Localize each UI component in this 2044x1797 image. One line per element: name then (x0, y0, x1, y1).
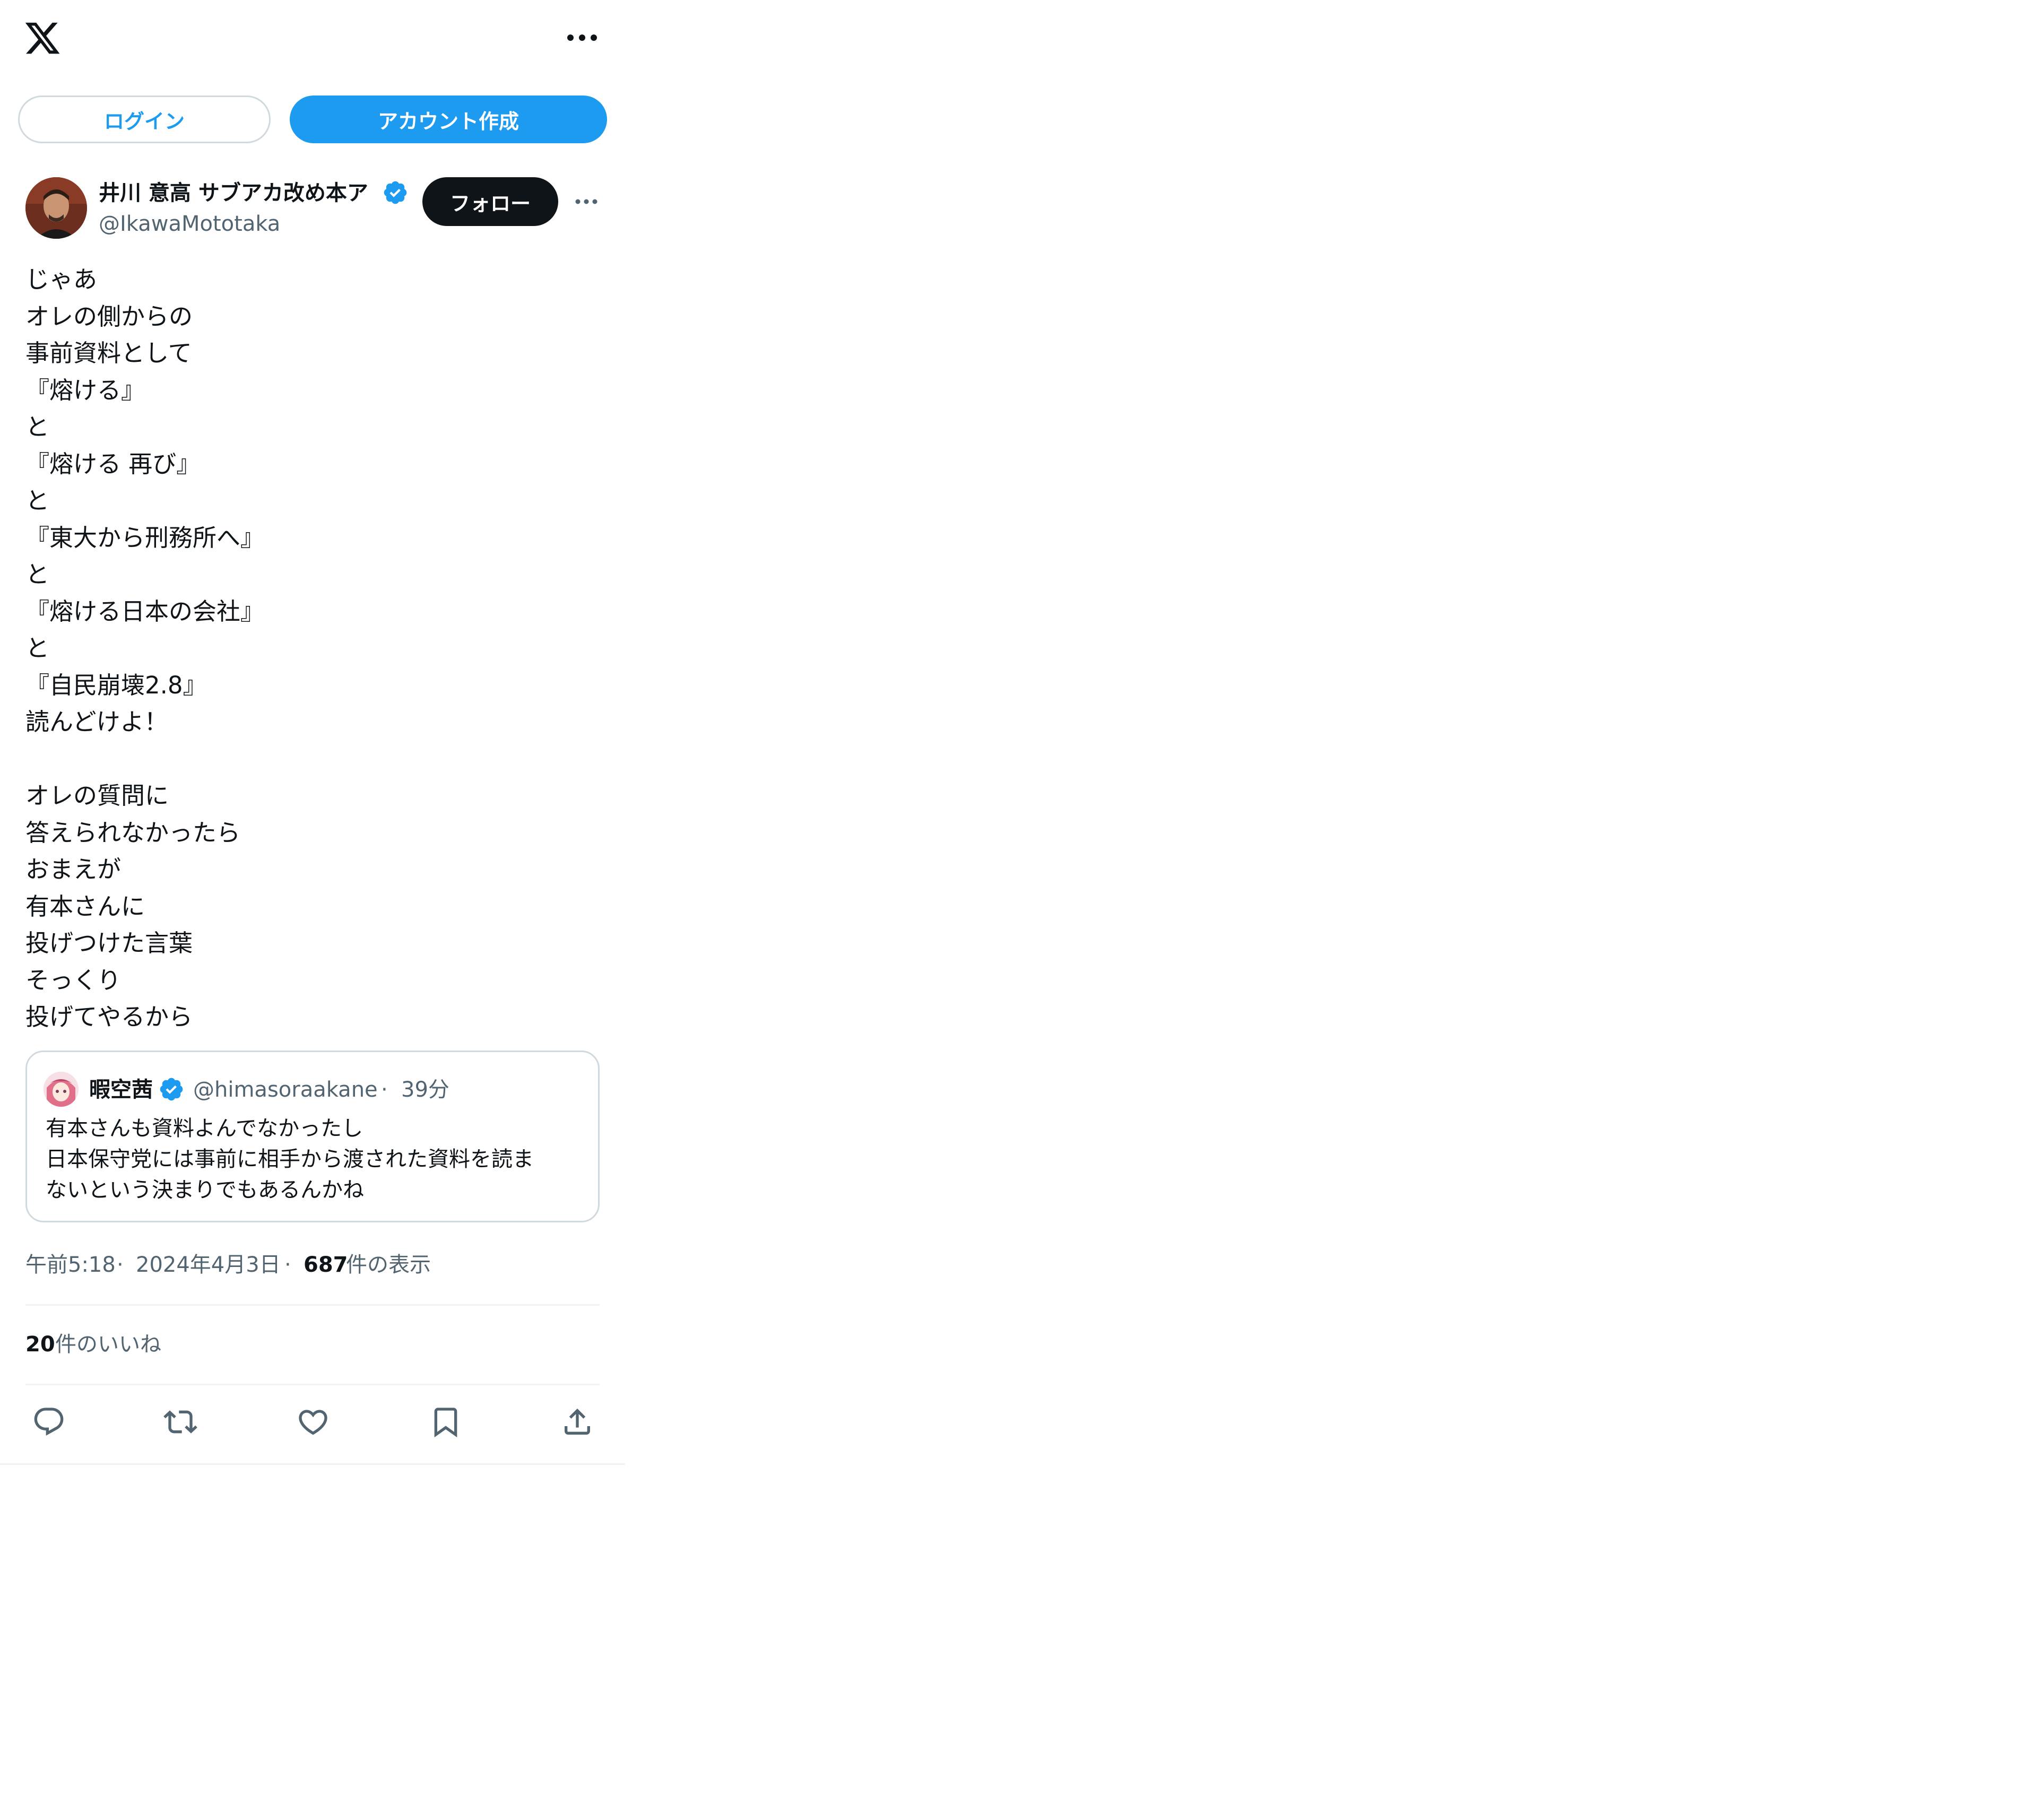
quoted-post-text: 有本さんも資料よんでなかったし 日本保守党には事前に相手から渡された資料を読ま … (46, 1113, 587, 1205)
post-text-line: 読んどけよ！ (25, 708, 168, 736)
create-account-button[interactable]: アカウント作成 (290, 96, 607, 143)
login-button[interactable]: ログイン (18, 96, 271, 143)
likes-count[interactable]: 20 (25, 1329, 55, 1360)
post-text-line: 『熔ける 再び』 (25, 449, 201, 478)
post-text-line: と (25, 560, 50, 588)
separator-dot: · (117, 1253, 124, 1277)
author-handle[interactable]: @IkawaMototaka (99, 209, 280, 239)
share-icon[interactable] (560, 1405, 594, 1439)
post-time[interactable]: 午前5:18 (25, 1249, 116, 1281)
likes-label[interactable]: 件のいいね (55, 1329, 161, 1360)
quoted-text-line: ないという決まりでもあるんかね (46, 1178, 364, 1202)
page: ログイン アカウント作成 井川 意高 サブアカ改め本ア @IkawaMotota… (0, 0, 2044, 1797)
post-text-line: オレの側からの (25, 302, 193, 331)
post-date[interactable]: 2024年4月3日 (136, 1249, 281, 1281)
reply-icon[interactable] (32, 1405, 66, 1439)
post-text-line: 答えられなかったら (25, 818, 241, 847)
post-text-line: 事前資料として (25, 339, 192, 367)
quoted-text-line: 日本保守党には事前に相手から渡された資料を読ま (46, 1147, 534, 1171)
separator-dot: · (284, 1253, 291, 1277)
post-text-line: と (25, 413, 50, 441)
divider (25, 1384, 600, 1385)
post-text-line: 『熔ける』 (25, 376, 145, 404)
quoted-timestamp[interactable]: 39分 (401, 1075, 449, 1105)
retweet-icon[interactable] (163, 1405, 197, 1439)
post-more-icon[interactable] (574, 196, 599, 207)
separator-dot: · (381, 1078, 388, 1102)
quoted-avatar[interactable] (44, 1072, 79, 1107)
verified-badge-icon[interactable] (158, 1076, 185, 1102)
follow-button[interactable]: フォロー (422, 177, 558, 226)
post-text-line: と (25, 634, 50, 662)
more-horizontal-icon[interactable] (565, 31, 600, 45)
verified-badge-icon[interactable] (382, 179, 409, 206)
x-logo-icon[interactable] (23, 19, 62, 57)
divider (25, 1304, 600, 1306)
post-text-line: 『自民崩壊2.8』 (25, 671, 207, 699)
avatar[interactable] (25, 177, 87, 239)
post-text-line (25, 741, 599, 778)
like-icon[interactable] (296, 1405, 330, 1439)
post-text-line: 『東大から刑務所へ』 (25, 523, 265, 552)
post-text-line: 『熔ける日本の会社』 (25, 597, 265, 626)
post-text-line: 投げつけた言葉 (25, 929, 193, 957)
post-text-line: じゃあ (25, 265, 98, 293)
bookmark-icon[interactable] (429, 1405, 463, 1439)
view-count: 687 (304, 1253, 348, 1277)
quoted-author-name[interactable]: 暇空茜 (89, 1075, 153, 1105)
post-text-line: 投げてやるから (25, 1003, 193, 1031)
author-name[interactable]: 井川 意高 サブアカ改め本ア (99, 177, 368, 209)
post-text-line: おまえが (25, 855, 122, 883)
quoted-text-line: 有本さんも資料よんでなかったし (46, 1116, 363, 1141)
post-text-line: オレの質問に (25, 782, 169, 810)
post-text-line: 有本さんに (25, 892, 145, 921)
post-text: じゃあ オレの側からの 事前資料として 『熔ける』 と 『熔ける 再び』 と 『… (25, 261, 599, 1036)
view-count-label: 件の表示 (346, 1253, 431, 1277)
post-text-line: と (25, 487, 50, 515)
post-text-line: そっくり (25, 966, 122, 994)
quoted-author-handle[interactable]: @himasoraakane (193, 1075, 378, 1105)
